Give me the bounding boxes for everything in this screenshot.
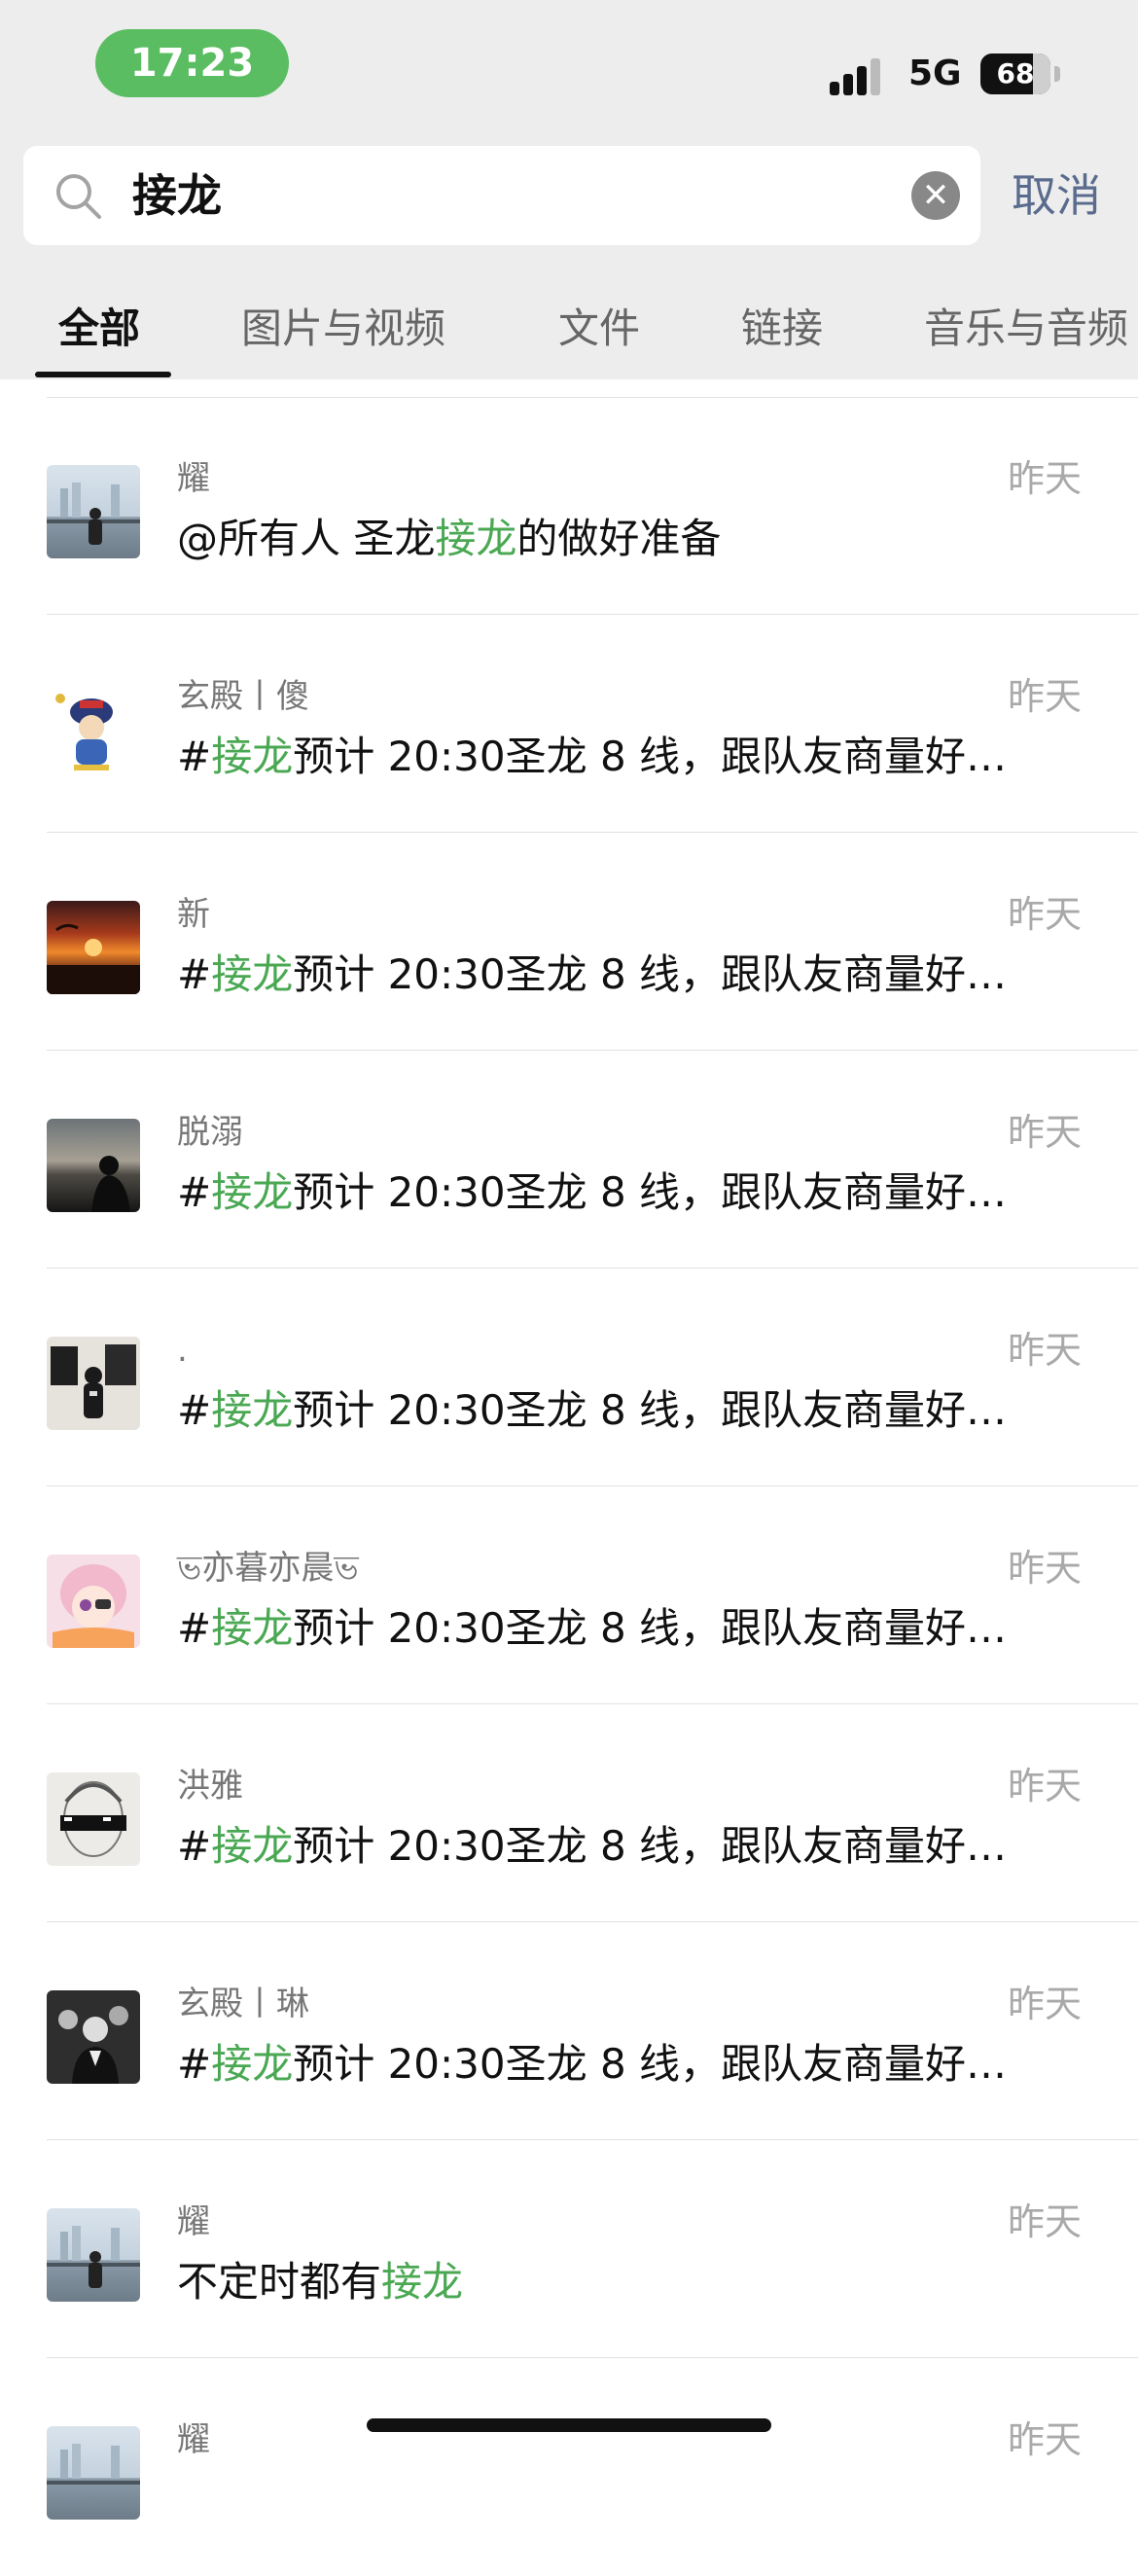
sender-name: 新 — [177, 895, 210, 934]
message-preview: #接龙预计 20:30圣龙 8 线，跟队友商量好… — [177, 730, 1048, 784]
preview-text: # — [177, 950, 212, 998]
result-row[interactable]: 玄殿丨琳 昨天 #接龙预计 20:30圣龙 8 线，跟队友商量好… — [0, 1922, 1138, 2140]
avatar — [47, 901, 140, 994]
preview-text: # — [177, 1604, 212, 1652]
message-date: 昨天 — [1008, 893, 1083, 936]
battery-tip — [1054, 66, 1060, 82]
preview-text: 预计 20:30圣龙 8 线，跟队友商量好… — [293, 1822, 1008, 1870]
tab-all[interactable]: 全部 — [58, 304, 140, 354]
tab-files[interactable]: 文件 — [558, 304, 640, 354]
result-row[interactable]: 耀 昨天 @所有人 圣龙接龙的做好准备 — [0, 397, 1138, 615]
preview-text: 预计 20:30圣龙 8 线，跟队友商量好… — [293, 733, 1008, 780]
highlighted-keyword: 接龙 — [211, 1604, 294, 1652]
avatar — [47, 1990, 140, 2084]
message-date: 昨天 — [1008, 2200, 1083, 2243]
preview-text: 不定时都有 — [177, 2258, 382, 2306]
preview-text: # — [177, 1168, 212, 1216]
result-row[interactable]: 新 昨天 #接龙预计 20:30圣龙 8 线，跟队友商量好… — [0, 833, 1138, 1051]
message-preview: @所有人 圣龙接龙的做好准备 — [177, 512, 1048, 566]
message-preview: #接龙预计 20:30圣龙 8 线，跟队友商量好… — [177, 1601, 1048, 1656]
preview-text: 预计 20:30圣龙 8 线，跟队友商量好… — [293, 950, 1008, 998]
message-date: 昨天 — [1008, 457, 1083, 500]
preview-text: 预计 20:30圣龙 8 线，跟队友商量好… — [293, 1386, 1008, 1434]
message-preview: #接龙预计 20:30圣龙 8 线，跟队友商量好… — [177, 2037, 1048, 2092]
sender-name: 脱溺 — [177, 1113, 243, 1152]
preview-text: @所有人 圣龙 — [177, 515, 436, 562]
avatar — [47, 465, 140, 558]
search-bar[interactable]: 接龙 ✕ — [23, 146, 980, 245]
avatar — [47, 2426, 140, 2520]
highlighted-keyword: 接龙 — [211, 2040, 294, 2088]
highlighted-keyword: 接龙 — [211, 1386, 294, 1434]
sender-name: 玄殿丨琳 — [177, 1985, 309, 2023]
tab-music-audio[interactable]: 音乐与音频 — [924, 304, 1128, 354]
sender-name: 耀 — [177, 2420, 210, 2459]
preview-text: # — [177, 1386, 212, 1434]
signal-icon — [830, 56, 880, 95]
message-date: 昨天 — [1008, 675, 1083, 718]
message-preview: 不定时都有接龙 — [177, 2255, 1048, 2309]
highlighted-keyword: 接龙 — [211, 950, 294, 998]
header-area: 17:23 5G 68 接龙 ✕ 取消 全部 图片与视频 文件 链接 音乐与音频 — [0, 0, 1138, 379]
avatar — [47, 683, 140, 776]
sender-name: 耀 — [177, 2202, 210, 2241]
avatar — [47, 2208, 140, 2302]
message-preview: #接龙预计 20:30圣龙 8 线，跟队友商量好… — [177, 1819, 1048, 1874]
result-row[interactable]: 玄殿丨傻 昨天 #接龙预计 20:30圣龙 8 线，跟队友商量好… — [0, 615, 1138, 833]
avatar — [47, 1772, 140, 1866]
message-date: 昨天 — [1008, 1329, 1083, 1372]
message-preview: #接龙预计 20:30圣龙 8 线，跟队友商量好… — [177, 1165, 1048, 1220]
highlighted-keyword: 接龙 — [381, 2258, 464, 2306]
cancel-button[interactable]: 取消 — [1012, 167, 1101, 224]
result-row[interactable]: 耀 昨天 不定时都有接龙 — [0, 2140, 1138, 2358]
search-icon — [56, 174, 101, 219]
preview-text: # — [177, 733, 212, 780]
battery-level: 68 — [996, 57, 1035, 89]
clear-search-icon[interactable]: ✕ — [911, 171, 960, 220]
message-date: 昨天 — [1008, 1983, 1083, 2025]
sender-name: ভ亦暮亦晨ভ — [177, 1549, 359, 1588]
home-indicator[interactable] — [367, 2418, 771, 2432]
message-date: 昨天 — [1008, 2418, 1083, 2461]
result-row[interactable]: . 昨天 #接龙预计 20:30圣龙 8 线，跟队友商量好… — [0, 1269, 1138, 1486]
sender-name: 洪雅 — [177, 1767, 243, 1806]
highlighted-keyword: 接龙 — [211, 1168, 294, 1216]
preview-text: 预计 20:30圣龙 8 线，跟队友商量好… — [293, 1604, 1008, 1652]
avatar — [47, 1337, 140, 1430]
highlighted-keyword: 接龙 — [435, 515, 517, 562]
highlighted-keyword: 接龙 — [211, 733, 294, 780]
result-row[interactable]: 脱溺 昨天 #接龙预计 20:30圣龙 8 线，跟队友商量好… — [0, 1051, 1138, 1269]
preview-text: # — [177, 2040, 212, 2088]
preview-text: 预计 20:30圣龙 8 线，跟队友商量好… — [293, 2040, 1008, 2088]
tab-photos-videos[interactable]: 图片与视频 — [241, 304, 445, 354]
filter-tabs: 全部 图片与视频 文件 链接 音乐与音频 — [0, 292, 1138, 379]
avatar — [47, 1119, 140, 1212]
sender-name: 耀 — [177, 459, 210, 498]
result-row[interactable]: 耀 昨天 — [0, 2358, 1138, 2576]
preview-text: 的做好准备 — [516, 515, 722, 562]
active-tab-indicator — [35, 372, 171, 377]
status-time: 17:23 — [95, 29, 289, 97]
message-preview: #接龙预计 20:30圣龙 8 线，跟队友商量好… — [177, 948, 1048, 1002]
highlighted-keyword: 接龙 — [211, 1822, 294, 1870]
battery-icon: 68 — [980, 54, 1050, 94]
message-date: 昨天 — [1008, 1111, 1083, 1154]
message-preview: #接龙预计 20:30圣龙 8 线，跟队友商量好… — [177, 1383, 1048, 1438]
message-date: 昨天 — [1008, 1547, 1083, 1590]
preview-text: # — [177, 1822, 212, 1870]
search-input[interactable]: 接龙 — [132, 167, 222, 224]
result-row[interactable]: 洪雅 昨天 #接龙预计 20:30圣龙 8 线，跟队友商量好… — [0, 1704, 1138, 1922]
sender-name: 玄殿丨傻 — [177, 677, 309, 716]
result-row[interactable]: ভ亦暮亦晨ভ 昨天 #接龙预计 20:30圣龙 8 线，跟队友商量好… — [0, 1486, 1138, 1704]
tab-links[interactable]: 链接 — [741, 304, 823, 354]
message-date: 昨天 — [1008, 1765, 1083, 1807]
preview-text: 预计 20:30圣龙 8 线，跟队友商量好… — [293, 1168, 1008, 1216]
sender-name: . — [177, 1331, 188, 1370]
network-type: 5G — [908, 54, 962, 93]
avatar — [47, 1555, 140, 1648]
